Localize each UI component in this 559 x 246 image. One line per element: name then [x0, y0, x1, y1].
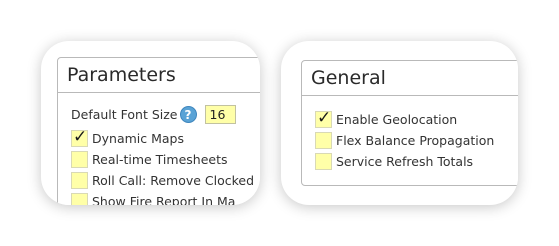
checkbox-show-fire-report[interactable] — [71, 193, 88, 205]
checkbox-label-roll-call: Roll Call: Remove Clocked — [92, 173, 255, 188]
checkbox-label-flex-balance-propagation: Flex Balance Propagation — [336, 133, 495, 148]
general-body: ✓ Enable Geolocation Flex Balance Propag… — [302, 96, 518, 172]
help-icon[interactable]: ? — [179, 105, 197, 123]
checkbox-label-enable-geolocation: Enable Geolocation — [336, 112, 458, 127]
checkbox-service-refresh-totals[interactable] — [315, 153, 332, 170]
default-font-size-label: Default Font Size — [71, 106, 178, 122]
parameters-panel: Parameters Default Font Size ? ✓ Dynamic… — [57, 57, 260, 205]
parameters-body: Default Font Size ? ✓ Dynamic Maps Real-… — [58, 93, 260, 205]
checkbox-row-enable-geolocation[interactable]: ✓ Enable Geolocation — [315, 108, 518, 130]
checkmark-icon: ✓ — [73, 127, 88, 147]
default-font-size-input[interactable] — [204, 104, 236, 124]
checkbox-label-service-refresh-totals: Service Refresh Totals — [336, 154, 474, 169]
checkbox-row-show-fire-report[interactable]: Show Fire Report In Ma — [71, 191, 260, 205]
checkbox-label-show-fire-report: Show Fire Report In Ma — [92, 194, 236, 205]
checkbox-row-dynamic-maps[interactable]: ✓ Dynamic Maps — [71, 127, 260, 149]
checkbox-row-flex-balance-propagation[interactable]: Flex Balance Propagation — [315, 130, 518, 151]
checkmark-icon: ✓ — [317, 108, 332, 128]
checkbox-row-roll-call[interactable]: Roll Call: Remove Clocked — [71, 170, 260, 191]
parameters-title: Parameters — [58, 58, 260, 93]
checkbox-enable-geolocation[interactable]: ✓ — [315, 108, 332, 128]
checkbox-real-time-timesheets[interactable] — [71, 151, 88, 168]
default-font-size-row: Default Font Size ? — [71, 103, 260, 125]
checkbox-flex-balance-propagation[interactable] — [315, 132, 332, 149]
checkbox-row-service-refresh-totals[interactable]: Service Refresh Totals — [315, 151, 518, 172]
parameters-tile: Parameters Default Font Size ? ✓ Dynamic… — [41, 41, 260, 205]
general-panel: General ✓ Enable Geolocation Flex Balanc… — [301, 60, 518, 186]
checkbox-dynamic-maps[interactable]: ✓ — [71, 127, 88, 147]
checkbox-row-real-time-timesheets[interactable]: Real-time Timesheets — [71, 149, 260, 170]
checkbox-roll-call[interactable] — [71, 172, 88, 189]
general-tile: General ✓ Enable Geolocation Flex Balanc… — [281, 41, 518, 205]
checkbox-label-dynamic-maps: Dynamic Maps — [92, 131, 184, 146]
checkbox-label-real-time-timesheets: Real-time Timesheets — [92, 152, 228, 167]
general-title: General — [302, 61, 518, 96]
